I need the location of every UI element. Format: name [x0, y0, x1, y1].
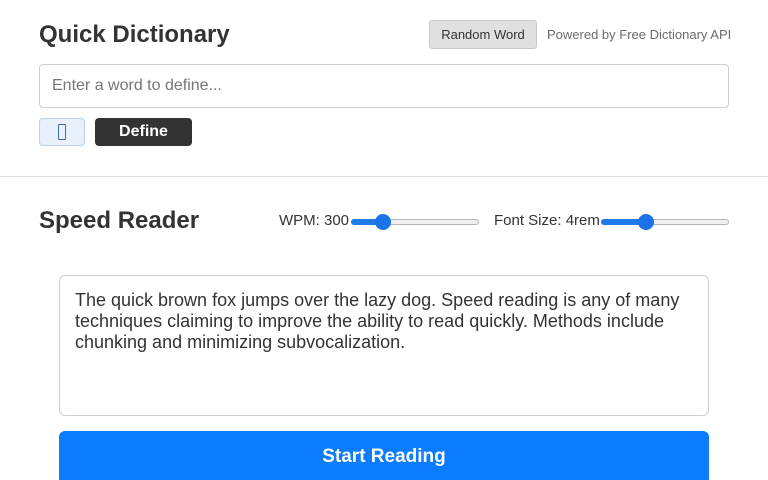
- dictionary-title: Quick Dictionary: [39, 21, 230, 48]
- speaker-icon: [58, 124, 66, 140]
- section-divider: [0, 176, 768, 177]
- start-reading-button[interactable]: Start Reading: [59, 431, 709, 480]
- font-size-slider-thumb[interactable]: [637, 214, 654, 230]
- font-size-slider[interactable]: [601, 214, 729, 230]
- wpm-slider-thumb[interactable]: [375, 214, 391, 230]
- word-input[interactable]: [39, 64, 729, 108]
- font-size-label: Font Size: 4rem: [494, 212, 600, 229]
- reader-text-area[interactable]: The quick brown fox jumps over the lazy …: [59, 275, 709, 416]
- app-page: Quick Dictionary Random Word Powered by …: [0, 0, 768, 480]
- dictionary-section: Quick Dictionary Random Word Powered by …: [0, 0, 768, 177]
- speed-reader-title: Speed Reader: [39, 207, 200, 234]
- powered-by-text: Powered by Free Dictionary API: [547, 27, 732, 42]
- define-button[interactable]: Define: [95, 118, 192, 146]
- wpm-slider[interactable]: [351, 214, 479, 230]
- random-word-button[interactable]: Random Word: [429, 20, 537, 49]
- wpm-label: WPM: 300: [279, 212, 350, 229]
- speak-button[interactable]: [39, 118, 85, 146]
